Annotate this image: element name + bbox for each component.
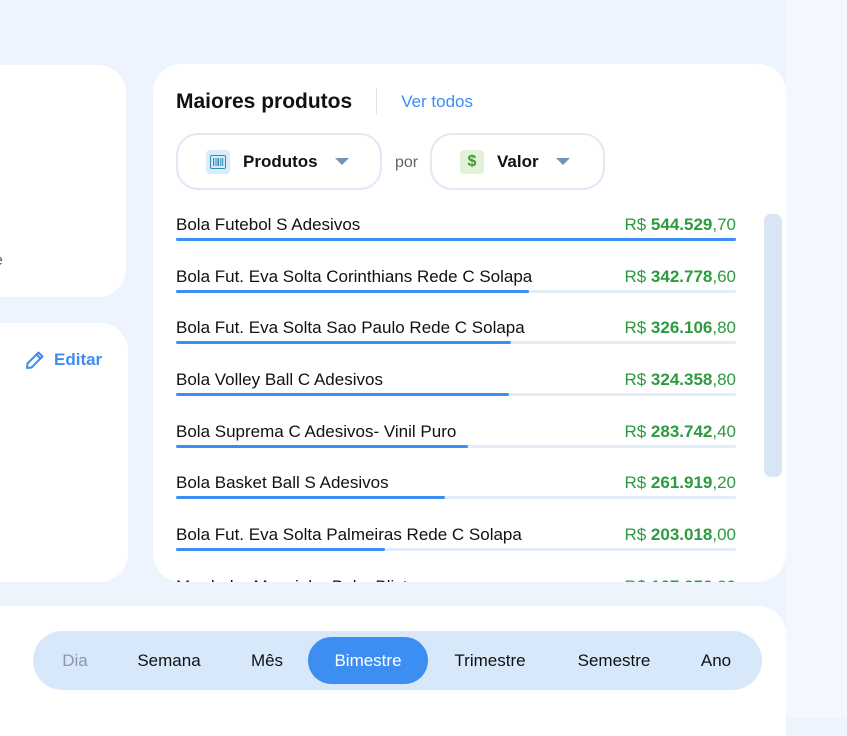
currency-symbol: R$ bbox=[624, 215, 647, 234]
dollar-icon: $ bbox=[460, 149, 484, 174]
product-name: Bola Futebol S Adesivos bbox=[176, 215, 361, 234]
barcode-icon bbox=[206, 149, 230, 174]
by-label: por bbox=[395, 154, 419, 171]
card-header: Maiores produtos Ver todos bbox=[176, 88, 473, 115]
group-by-dropdown[interactable]: Produtos bbox=[176, 133, 382, 190]
currency-symbol: R$ bbox=[624, 421, 647, 441]
value-integer: 324.358 bbox=[650, 370, 713, 390]
product-name: Bola Fut. Eva Solta Sao Paulo Rede C Sol… bbox=[176, 318, 525, 338]
product-row[interactable]: Bola Volley Ball C Adesivos R$ 324.358,80 bbox=[176, 369, 736, 421]
period-tab[interactable]: Ano bbox=[685, 637, 747, 684]
group-by-value: Produtos bbox=[243, 151, 318, 171]
share-bar-fill bbox=[176, 548, 385, 552]
value-decimal: ,80 bbox=[712, 318, 736, 338]
share-bar-fill bbox=[176, 289, 529, 293]
value-decimal: ,40 bbox=[712, 421, 736, 441]
product-value: R$ 203.018,00 bbox=[624, 525, 736, 545]
value-integer: 342.778 bbox=[650, 266, 713, 286]
value-decimal: ,20 bbox=[712, 473, 736, 493]
product-list: Bola Futebol S Adesivos R$ 544.529,70 Bola… bbox=[176, 214, 736, 582]
share-bar-fill bbox=[176, 238, 736, 241]
view-all-link[interactable]: Ver todos bbox=[401, 92, 473, 112]
value-integer: 203.018 bbox=[650, 525, 713, 545]
product-value: R$ 324.358,80 bbox=[624, 370, 736, 390]
period-selector: Dia Semana Mês Bimestre Trimestre Semestre Ano bbox=[33, 631, 762, 690]
period-tab[interactable]: Trimestre bbox=[437, 637, 543, 684]
summary-card-text: e bbox=[0, 252, 3, 270]
share-bar-fill bbox=[176, 444, 468, 448]
product-value: R$ 283.742,40 bbox=[624, 422, 736, 442]
product-name: Bola Fut. Eva Solta Corinthians Rede C S… bbox=[176, 266, 533, 286]
share-bar-fill bbox=[176, 496, 446, 500]
product-name: Bola Fut. Eva Solta Palmeiras Rede C Sol… bbox=[176, 525, 522, 545]
currency-symbol: R$ bbox=[624, 473, 647, 493]
value-integer: 261.919 bbox=[650, 473, 713, 493]
period-tab[interactable]: Dia bbox=[45, 637, 105, 684]
currency-symbol: R$ bbox=[624, 266, 647, 286]
share-bar bbox=[176, 548, 736, 552]
product-row[interactable]: Bola Fut. Eva Solta Sao Paulo Rede C Sol… bbox=[176, 317, 736, 369]
value-integer: 544.529 bbox=[650, 215, 713, 234]
metric-value: Valor bbox=[497, 151, 539, 171]
product-row[interactable]: Bola Basket Ball S Adesivos R$ 261.919,20 bbox=[176, 472, 736, 524]
share-bar bbox=[176, 444, 736, 448]
product-row[interactable]: Bola Futebol S Adesivos R$ 544.529,70 bbox=[176, 214, 736, 266]
product-value: R$ 342.778,60 bbox=[624, 267, 736, 287]
product-name: Bola Suprema C Adesivos- Vinil Puro bbox=[176, 421, 457, 441]
share-bar bbox=[176, 496, 736, 500]
share-bar-fill bbox=[176, 341, 511, 345]
product-row[interactable]: Mordedor Moozinho Baby Blister R$ 167.256… bbox=[176, 576, 736, 582]
page-right-strip bbox=[786, 0, 847, 718]
value-decimal: ,80 bbox=[712, 577, 736, 582]
value-decimal: ,00 bbox=[712, 525, 736, 545]
product-value: R$ 544.529,70 bbox=[624, 215, 736, 235]
value-decimal: ,80 bbox=[712, 370, 736, 390]
product-name: Mordedor Moozinho Baby Blister bbox=[176, 577, 423, 582]
list-scrollbar[interactable] bbox=[764, 214, 782, 477]
product-row[interactable]: Bola Suprema C Adesivos- Vinil Puro R$ 28… bbox=[176, 421, 736, 473]
product-value: R$ 326.106,80 bbox=[624, 318, 736, 338]
top-products-card: Maiores produtos Ver todos Produtos por … bbox=[153, 64, 786, 582]
summary-card bbox=[0, 65, 126, 297]
edit-label: Editar bbox=[54, 350, 103, 369]
product-value: R$ 261.919,20 bbox=[624, 473, 736, 493]
product-name: Bola Volley Ball C Adesivos bbox=[176, 370, 383, 390]
pencil-icon bbox=[26, 351, 44, 369]
share-bar-fill bbox=[176, 393, 510, 397]
currency-symbol: R$ bbox=[624, 318, 647, 338]
currency-symbol: R$ bbox=[624, 525, 647, 545]
product-value: R$ 167.256,80 bbox=[624, 577, 736, 582]
product-row[interactable]: Bola Fut. Eva Solta Corinthians Rede C S… bbox=[176, 266, 736, 318]
chevron-down-icon bbox=[334, 158, 349, 165]
edit-button[interactable]: Editar bbox=[24, 349, 102, 371]
share-bar bbox=[176, 289, 736, 293]
share-bar bbox=[176, 393, 736, 397]
product-row[interactable]: Bola Fut. Eva Solta Palmeiras Rede C Sol… bbox=[176, 524, 736, 576]
share-bar bbox=[176, 341, 736, 345]
period-tab[interactable]: Semana bbox=[119, 637, 219, 684]
currency-symbol: R$ bbox=[624, 577, 646, 582]
product-name: Bola Basket Ball S Adesivos bbox=[176, 473, 389, 493]
share-bar bbox=[176, 238, 736, 241]
period-tab[interactable]: Bimestre bbox=[308, 637, 428, 684]
metric-dropdown[interactable]: $ Valor bbox=[430, 133, 605, 190]
value-integer: 167.256 bbox=[651, 577, 712, 582]
value-integer: 283.742 bbox=[650, 421, 713, 441]
value-decimal: ,60 bbox=[712, 266, 736, 286]
value-decimal: ,70 bbox=[712, 215, 736, 234]
period-tab[interactable]: Mês bbox=[235, 637, 299, 684]
header-divider bbox=[376, 88, 378, 115]
chevron-down-icon bbox=[555, 158, 570, 165]
period-tab[interactable]: Semestre bbox=[563, 637, 665, 684]
value-integer: 326.106 bbox=[650, 318, 713, 338]
card-title: Maiores produtos bbox=[176, 89, 353, 113]
currency-symbol: R$ bbox=[624, 370, 647, 390]
